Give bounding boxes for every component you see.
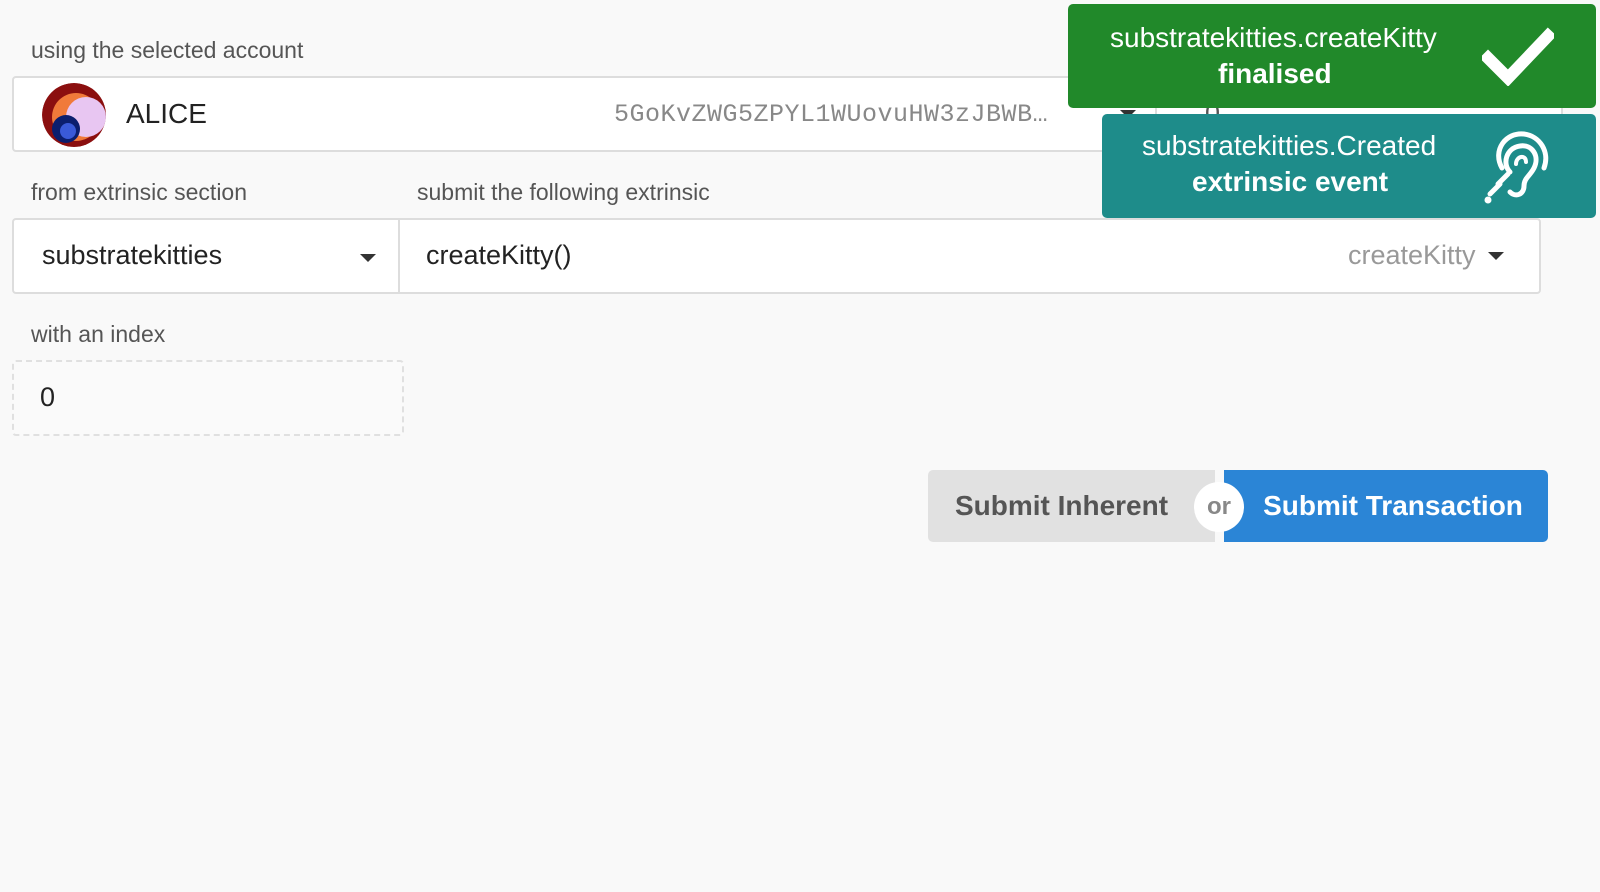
notification-title: substratekitties.createKitty (1110, 22, 1437, 53)
extrinsic-dropdown[interactable]: createKitty() createKitty (398, 218, 1541, 294)
event-subtitle: extrinsic event (1192, 166, 1389, 197)
index-value: 0 (40, 382, 56, 412)
extrinsic-label: submit the following extrinsic (417, 179, 710, 205)
submit-inherent-button[interactable]: Submit Inherent (928, 470, 1215, 542)
account-name: ALICE (126, 98, 207, 129)
account-label: using the selected account (31, 37, 304, 63)
extrinsic-value: createKitty() (426, 240, 572, 270)
account-address: 5GoKvZWG5ZPYL1WUovuHW3zJBWB… (614, 100, 1049, 129)
notification-finalised[interactable]: substratekitties.createKitty finalised (1068, 4, 1596, 108)
notification-status: finalised (1218, 58, 1332, 89)
extrinsic-chevron-down-icon (1488, 252, 1504, 260)
section-label: from extrinsic section (31, 179, 248, 205)
index-label: with an index (31, 321, 166, 347)
notification-event[interactable]: substratekitties.Created extrinsic event (1102, 114, 1596, 218)
section-dropdown[interactable]: substratekitties (12, 218, 402, 294)
extrinsic-hint: createKitty (1348, 240, 1476, 270)
event-title: substratekitties.Created (1142, 130, 1437, 161)
submit-transaction-button[interactable]: Submit Transaction (1224, 470, 1548, 542)
account-selector[interactable]: ALICE 5GoKvZWG5ZPYL1WUovuHW3zJBWB… (12, 76, 1162, 152)
or-divider: or (1194, 482, 1244, 532)
index-input[interactable]: 0 (12, 360, 404, 436)
account-avatar-icon (42, 83, 106, 147)
check-icon (1479, 26, 1557, 91)
listen-icon (1482, 128, 1556, 209)
section-value: substratekitties (42, 240, 223, 270)
section-chevron-down-icon (360, 254, 376, 262)
